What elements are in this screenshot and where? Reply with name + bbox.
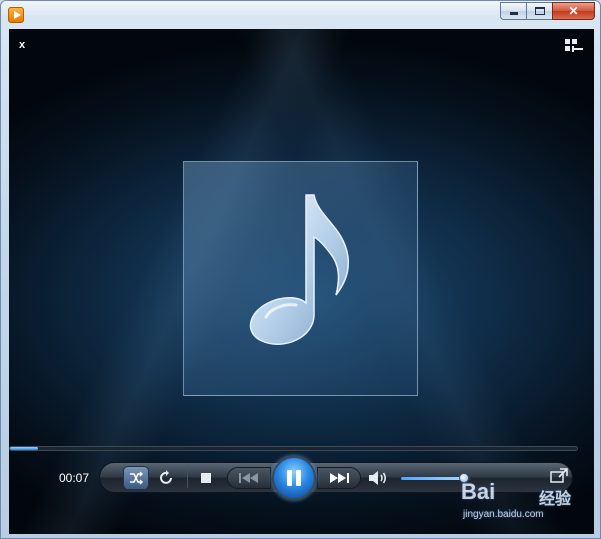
- shuffle-button[interactable]: [123, 466, 149, 490]
- watermark-brand-cn: 经验: [539, 491, 572, 508]
- close-icon: ✕: [568, 4, 579, 18]
- seek-bar-progress: [10, 447, 39, 450]
- volume-level: [401, 477, 464, 480]
- switch-to-library-icon[interactable]: [565, 39, 583, 53]
- title-bar[interactable]: ✕: [1, 1, 600, 29]
- window-controls: ✕: [500, 2, 595, 20]
- next-icon: [330, 473, 349, 483]
- minimize-button[interactable]: [500, 2, 526, 20]
- watermark-logo: Bai 经验 jingyan.baidu.com: [461, 479, 600, 538]
- media-player-icon[interactable]: [8, 7, 24, 23]
- repeat-button[interactable]: [156, 468, 176, 488]
- watermark-brand: Bai: [461, 479, 496, 504]
- seek-bar[interactable]: [9, 446, 578, 451]
- shuffle-icon: [130, 471, 143, 485]
- watermark-url: jingyan.baidu.com: [463, 509, 544, 520]
- close-button[interactable]: ✕: [552, 2, 595, 20]
- album-art: [183, 161, 418, 396]
- previous-button[interactable]: [227, 467, 271, 489]
- elapsed-time: 00:07: [59, 471, 90, 485]
- maximize-icon: [534, 7, 545, 15]
- maximize-button[interactable]: [526, 2, 552, 20]
- media-player-window: ✕ x 00:07 Bai 经验 jingyan.baidu.com: [0, 0, 601, 539]
- minimize-icon: [509, 12, 518, 15]
- pause-icon: [287, 470, 301, 486]
- stop-icon: [201, 473, 211, 483]
- controls-divider: [187, 468, 188, 488]
- speaker-icon: [369, 471, 387, 485]
- repeat-icon: [160, 470, 172, 484]
- previous-icon: [239, 473, 258, 483]
- collapse-button[interactable]: x: [19, 39, 25, 51]
- next-button[interactable]: [317, 467, 361, 489]
- music-note-icon: [249, 194, 350, 346]
- mute-button[interactable]: [367, 469, 389, 487]
- pause-button[interactable]: [272, 456, 316, 500]
- stop-button[interactable]: [197, 469, 215, 487]
